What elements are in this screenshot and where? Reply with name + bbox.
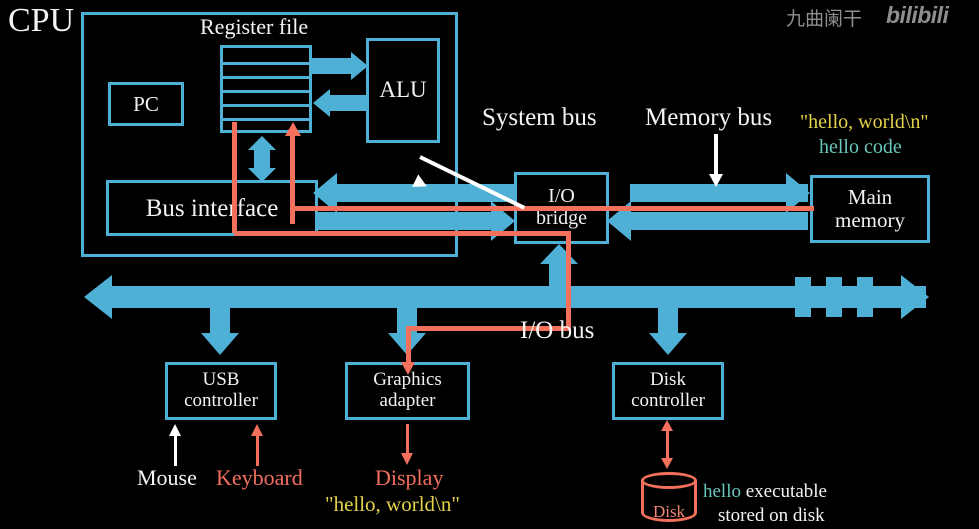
iobus-to-disk-shaft (658, 305, 678, 335)
keyboard-arrow-head (251, 424, 263, 436)
register-file-divider (223, 118, 309, 121)
disk-controller-label-line2: controller (631, 390, 705, 411)
display-arrow-head (401, 453, 413, 465)
display-string-annotation: "hello, world\n" (325, 492, 460, 516)
mouse-label: Mouse (137, 465, 197, 490)
io-bus-break-tick (826, 277, 842, 317)
register-file-divider (223, 90, 309, 93)
disk-note-highlight: hello (703, 481, 741, 502)
watermark-text: 九曲阑干 (786, 8, 863, 30)
system-bus-label: System bus (482, 104, 597, 131)
io-bus-left-head (84, 275, 112, 319)
iobus-to-usb-shaft (210, 305, 230, 335)
iobus-to-disk-head (649, 333, 687, 355)
memory-bus-label: Memory bus (645, 104, 773, 131)
memory-bus-pointer-shaft (714, 134, 718, 176)
disk-cylinder-icon: Disk (641, 472, 697, 527)
bus-interface-box: Bus interface (106, 180, 318, 236)
regfile-businterface-arrow-head-up (248, 136, 276, 150)
system-bus-lower-shaft (316, 212, 491, 230)
main-memory-box: Main memory (810, 175, 930, 243)
io-bridge-label-line2: bridge (535, 207, 588, 229)
regfile-to-alu-arrow-shaft (311, 58, 351, 74)
mouse-arrow-head (169, 424, 181, 436)
red-path-segment-bridge-down-vertical (566, 231, 571, 330)
usb-controller-label-line2: controller (184, 390, 258, 411)
memory-bus-lower-shaft (630, 212, 808, 230)
regfile-businterface-arrow-shaft (254, 148, 270, 170)
memory-bus-pointer-head (709, 174, 723, 187)
register-file-divider (223, 62, 309, 65)
pc-box: PC (108, 82, 184, 126)
bus-interface-label: Bus interface (145, 194, 279, 222)
io-bus-label: I/O bus (520, 317, 595, 344)
disk-controller-label-line1: Disk (650, 369, 686, 391)
diagram-canvas: CPU Register file PC ALU Bus interface I… (0, 0, 979, 529)
keyboard-label: Keyboard (216, 465, 303, 490)
red-path-segment-businterface-to-memory (292, 206, 814, 211)
io-bus-break-tick (857, 277, 873, 317)
diskcontroller-disk-arrow-head-down (661, 458, 673, 469)
red-path-segment-regfile-left-vertical (232, 122, 237, 233)
display-label: Display (375, 465, 444, 490)
usb-controller-label-line1: USB (202, 369, 240, 391)
graphics-adapter-label-line2: adapter (379, 390, 436, 411)
diskcontroller-disk-arrow-shaft (666, 428, 669, 462)
mouse-arrow-shaft (174, 432, 177, 466)
alu-label: ALU (379, 77, 427, 103)
disk-controller-box: Disk controller (612, 362, 724, 420)
disk-note-line1: hello executable (703, 481, 827, 503)
disk-label: Disk (652, 502, 686, 521)
register-file-box (220, 45, 312, 133)
watermark-logo: bilibili (886, 2, 949, 28)
disk-cylinder-top (641, 472, 697, 489)
register-file-divider (223, 76, 309, 79)
red-path-segment-businterface-bottom (234, 231, 571, 236)
cpu-title: CPU (8, 2, 75, 39)
alu-to-regfile-arrow-head (313, 89, 330, 117)
main-memory-label-line1: Main (847, 185, 893, 210)
register-file-divider (223, 104, 309, 107)
register-file-label: Register file (200, 14, 309, 39)
memory-code-annotation: hello code (819, 136, 902, 158)
pc-label: PC (133, 91, 159, 116)
red-path-arrow-head-into-graphics (401, 362, 415, 375)
alu-box: ALU (366, 38, 440, 143)
diskcontroller-disk-arrow-head-up (661, 420, 673, 431)
disk-note-rest: executable (741, 481, 827, 502)
alu-to-regfile-arrow-shaft (330, 95, 368, 111)
disk-note-line2: stored on disk (718, 505, 825, 526)
usb-controller-box: USB controller (165, 362, 277, 420)
main-memory-label-line2: memory (835, 208, 905, 232)
io-bus-break-tick (795, 277, 811, 317)
keyboard-arrow-shaft (256, 432, 259, 466)
memory-string-annotation: "hello, world\n" (800, 111, 929, 133)
io-bus-right-head (901, 275, 929, 319)
iobus-to-bridge-head (540, 244, 578, 264)
red-path-arrow-head-into-regfile (285, 122, 301, 136)
io-bridge-label-line1: I/O (548, 185, 575, 208)
iobus-to-usb-head (201, 333, 239, 355)
